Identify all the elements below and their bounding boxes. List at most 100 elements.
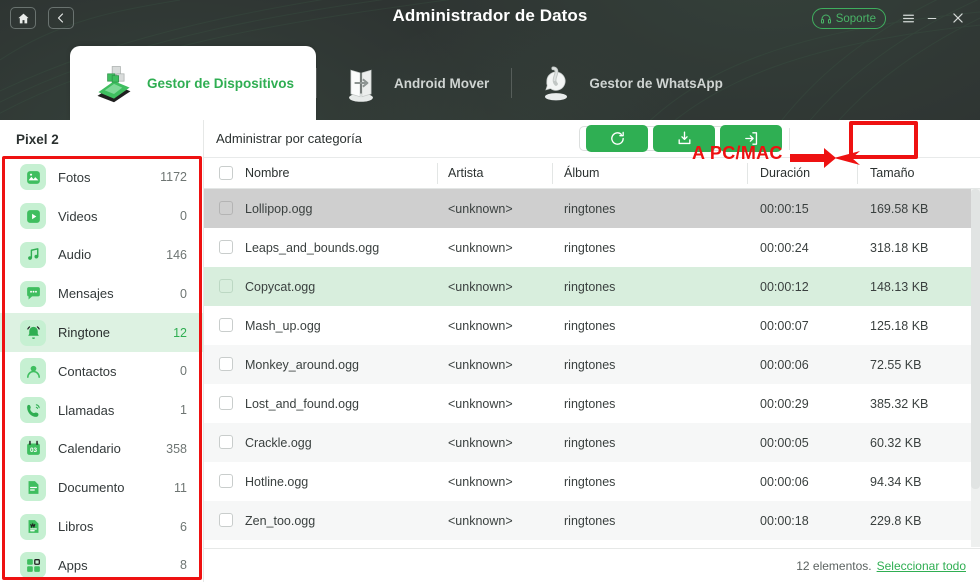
cell-nombre: Lost_and_found.ogg <box>245 396 359 411</box>
cell-tamano: 148.13 KB <box>870 279 929 294</box>
import-icon <box>744 132 757 145</box>
cell-album: ringtones <box>564 279 616 294</box>
sidebar-item-count: 0 <box>180 209 187 224</box>
cell-album: ringtones <box>564 201 616 216</box>
cell-nombre: Leaps_and_bounds.ogg <box>245 240 380 255</box>
table-row[interactable]: Leaps_and_bounds.ogg <unknown> ringtones… <box>204 228 980 267</box>
column-header-duracion[interactable]: Duración <box>748 158 858 189</box>
cell-tamano: 60.32 KB <box>870 435 922 450</box>
row-checkbox[interactable] <box>219 240 233 254</box>
refresh-icon <box>610 131 624 145</box>
sidebar-item-label: Contactos <box>58 363 117 379</box>
support-label: Soporte <box>835 12 876 25</box>
column-header-nombre[interactable]: Nombre <box>204 158 438 189</box>
sidebar-item-label: Apps <box>58 557 88 573</box>
row-checkbox[interactable] <box>219 279 233 293</box>
cell-nombre: Hotline.ogg <box>245 474 309 489</box>
sidebar-item-audio[interactable]: Audio 146 <box>0 236 203 275</box>
support-button[interactable]: Soporte <box>811 8 886 29</box>
sidebar-item-count: 0 <box>180 286 187 301</box>
cell-nombre: Lollipop.ogg <box>245 201 313 216</box>
table-body: Lollipop.ogg <unknown> ringtones 00:00:1… <box>204 189 980 547</box>
minimize-icon <box>927 17 937 19</box>
videos-icon <box>20 203 46 230</box>
sidebar-item-mensajes[interactable]: Mensajes 0 <box>0 274 203 313</box>
row-checkbox[interactable] <box>219 474 233 488</box>
sidebar-item-fotos[interactable]: Fotos 1172 <box>0 158 203 197</box>
sidebar-item-count: 358 <box>166 441 187 456</box>
row-checkbox[interactable] <box>219 201 233 215</box>
calendar-icon: 03 <box>20 435 46 462</box>
column-header-album[interactable]: Álbum <box>553 158 748 189</box>
row-checkbox[interactable] <box>219 318 233 332</box>
cell-artista: <unknown> <box>448 396 513 411</box>
sidebar-item-videos[interactable]: Videos 0 <box>0 197 203 236</box>
row-checkbox[interactable] <box>219 435 233 449</box>
sidebar-item-llamadas[interactable]: Llamadas 1 <box>0 391 203 430</box>
main-content: Administrar por categoría Buscar Nombre … <box>204 120 980 582</box>
table-row[interactable]: Monkey_around.ogg <unknown> ringtones 00… <box>204 345 980 384</box>
photos-icon <box>20 164 46 191</box>
menu-button[interactable] <box>898 9 918 27</box>
cell-nombre: Crackle.ogg <box>245 435 312 450</box>
sidebar-item-libros[interactable]: Libros 6 <box>0 507 203 546</box>
vertical-scrollbar-thumb[interactable] <box>971 189 980 489</box>
column-header-artista[interactable]: Artista <box>438 158 553 189</box>
export-to-pc-icon <box>678 131 690 145</box>
title-bar: Administrador de Datos Soporte <box>0 0 980 36</box>
sidebar-item-documento[interactable]: Documento 11 <box>0 468 203 507</box>
cell-album: ringtones <box>564 435 616 450</box>
column-header-tamano[interactable]: Tamaño <box>858 158 980 189</box>
row-checkbox[interactable] <box>219 396 233 410</box>
cell-duracion: 00:00:18 <box>760 513 809 528</box>
cell-tamano: 125.18 KB <box>870 318 929 333</box>
sidebar-item-calendario[interactable]: 03 Calendario 358 <box>0 430 203 469</box>
sidebar-item-apps[interactable]: Apps 8 <box>0 546 203 582</box>
row-checkbox[interactable] <box>219 513 233 527</box>
sidebar-item-label: Fotos <box>58 169 91 185</box>
refresh-button[interactable] <box>586 125 648 152</box>
cell-nombre: Copycat.ogg <box>245 279 316 294</box>
cell-artista: <unknown> <box>448 318 513 333</box>
toolbar-title: Administrar por categoría <box>216 131 362 146</box>
minimize-button[interactable] <box>922 9 942 27</box>
sidebar-item-contactos[interactable]: Contactos 0 <box>0 352 203 391</box>
sidebar-item-label: Videos <box>58 208 98 224</box>
sidebar-item-count: 6 <box>180 519 187 534</box>
cell-duracion: 00:00:15 <box>760 201 809 216</box>
sidebar-item-count: 0 <box>180 364 187 379</box>
close-button[interactable] <box>948 9 968 27</box>
toolbar-divider <box>789 128 790 150</box>
cell-duracion: 00:00:05 <box>760 435 809 450</box>
cell-artista: <unknown> <box>448 201 513 216</box>
tab-gestor-de-whatsapp[interactable]: Gestor de WhatsApp <box>512 46 745 120</box>
table-row[interactable]: Mash_up.ogg <unknown> ringtones 00:00:07… <box>204 306 980 345</box>
table-row[interactable]: Crackle.ogg <unknown> ringtones 00:00:05… <box>204 423 980 462</box>
table-row[interactable]: Lost_and_found.ogg <unknown> ringtones 0… <box>204 384 980 423</box>
tab-gestor-de-dispositivos[interactable]: Gestor de Dispositivos <box>70 46 317 120</box>
table-row-partial[interactable] <box>204 540 980 547</box>
cell-tamano: 229.8 KB <box>870 513 922 528</box>
row-checkbox[interactable] <box>219 357 233 371</box>
cell-tamano: 385.32 KB <box>870 396 929 411</box>
table-row[interactable]: Copycat.ogg <unknown> ringtones 00:00:12… <box>204 267 980 306</box>
cell-duracion: 00:00:07 <box>760 318 809 333</box>
cell-album: ringtones <box>564 513 616 528</box>
export-to-pc-button[interactable] <box>653 125 715 152</box>
tab-label: Android Mover <box>394 75 490 91</box>
close-icon <box>953 13 963 23</box>
select-all-link[interactable]: Seleccionar todo <box>877 559 966 573</box>
tab-android-mover[interactable]: Android Mover <box>317 46 511 120</box>
cell-duracion: 00:00:12 <box>760 279 809 294</box>
headset-icon <box>820 14 831 23</box>
books-icon <box>20 513 46 540</box>
document-icon <box>20 474 46 501</box>
android-mover-icon <box>349 69 373 102</box>
table-row[interactable]: Lollipop.ogg <unknown> ringtones 00:00:1… <box>204 189 980 228</box>
table-row[interactable]: Zen_too.ogg <unknown> ringtones 00:00:18… <box>204 501 980 540</box>
import-button[interactable] <box>720 125 782 152</box>
sidebar-item-ringtone[interactable]: Ringtone 12 <box>0 313 203 352</box>
cell-tamano: 72.55 KB <box>870 357 922 372</box>
table-row[interactable]: Hotline.ogg <unknown> ringtones 00:00:06… <box>204 462 980 501</box>
vertical-scrollbar-track[interactable] <box>971 189 980 547</box>
